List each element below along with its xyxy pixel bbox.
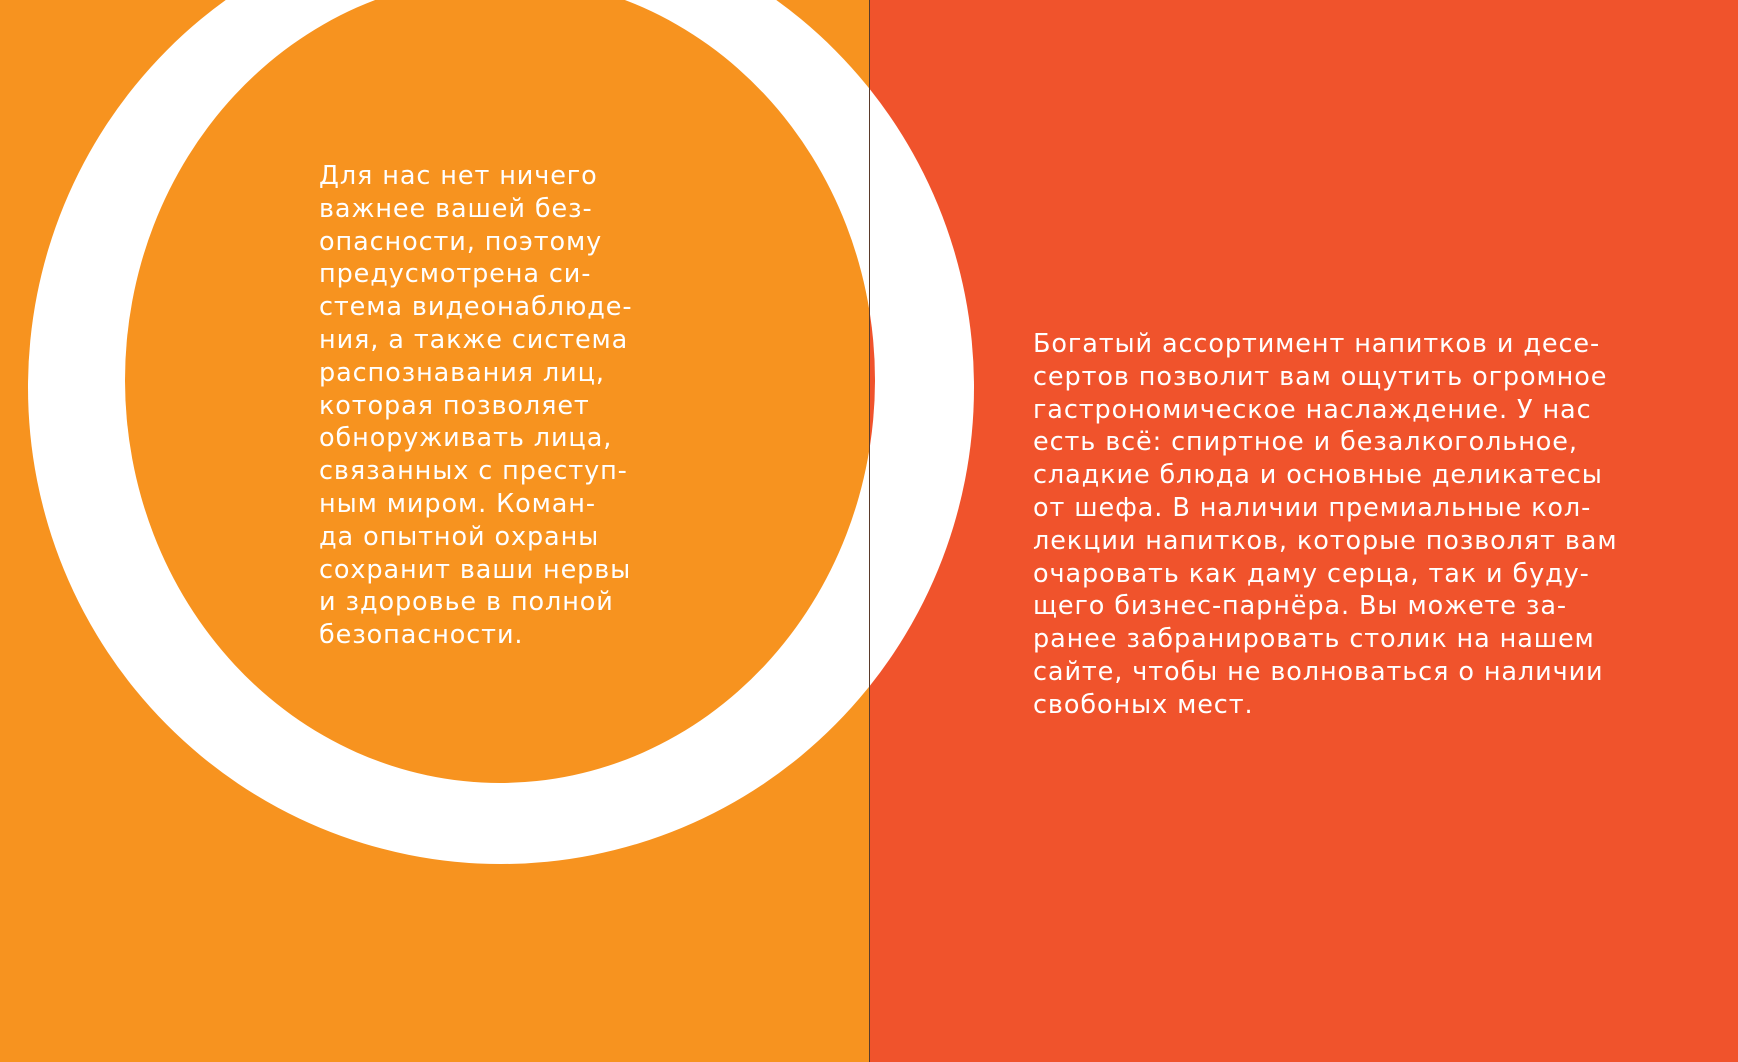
menu-paragraph: Богатый ассортимент напитков и десе- сер…	[1033, 329, 1618, 720]
security-paragraph: Для нас нет ничего важнее вашей без- опа…	[319, 161, 633, 651]
decorative-ring-edge	[870, 0, 974, 864]
page-divider	[869, 0, 870, 1062]
